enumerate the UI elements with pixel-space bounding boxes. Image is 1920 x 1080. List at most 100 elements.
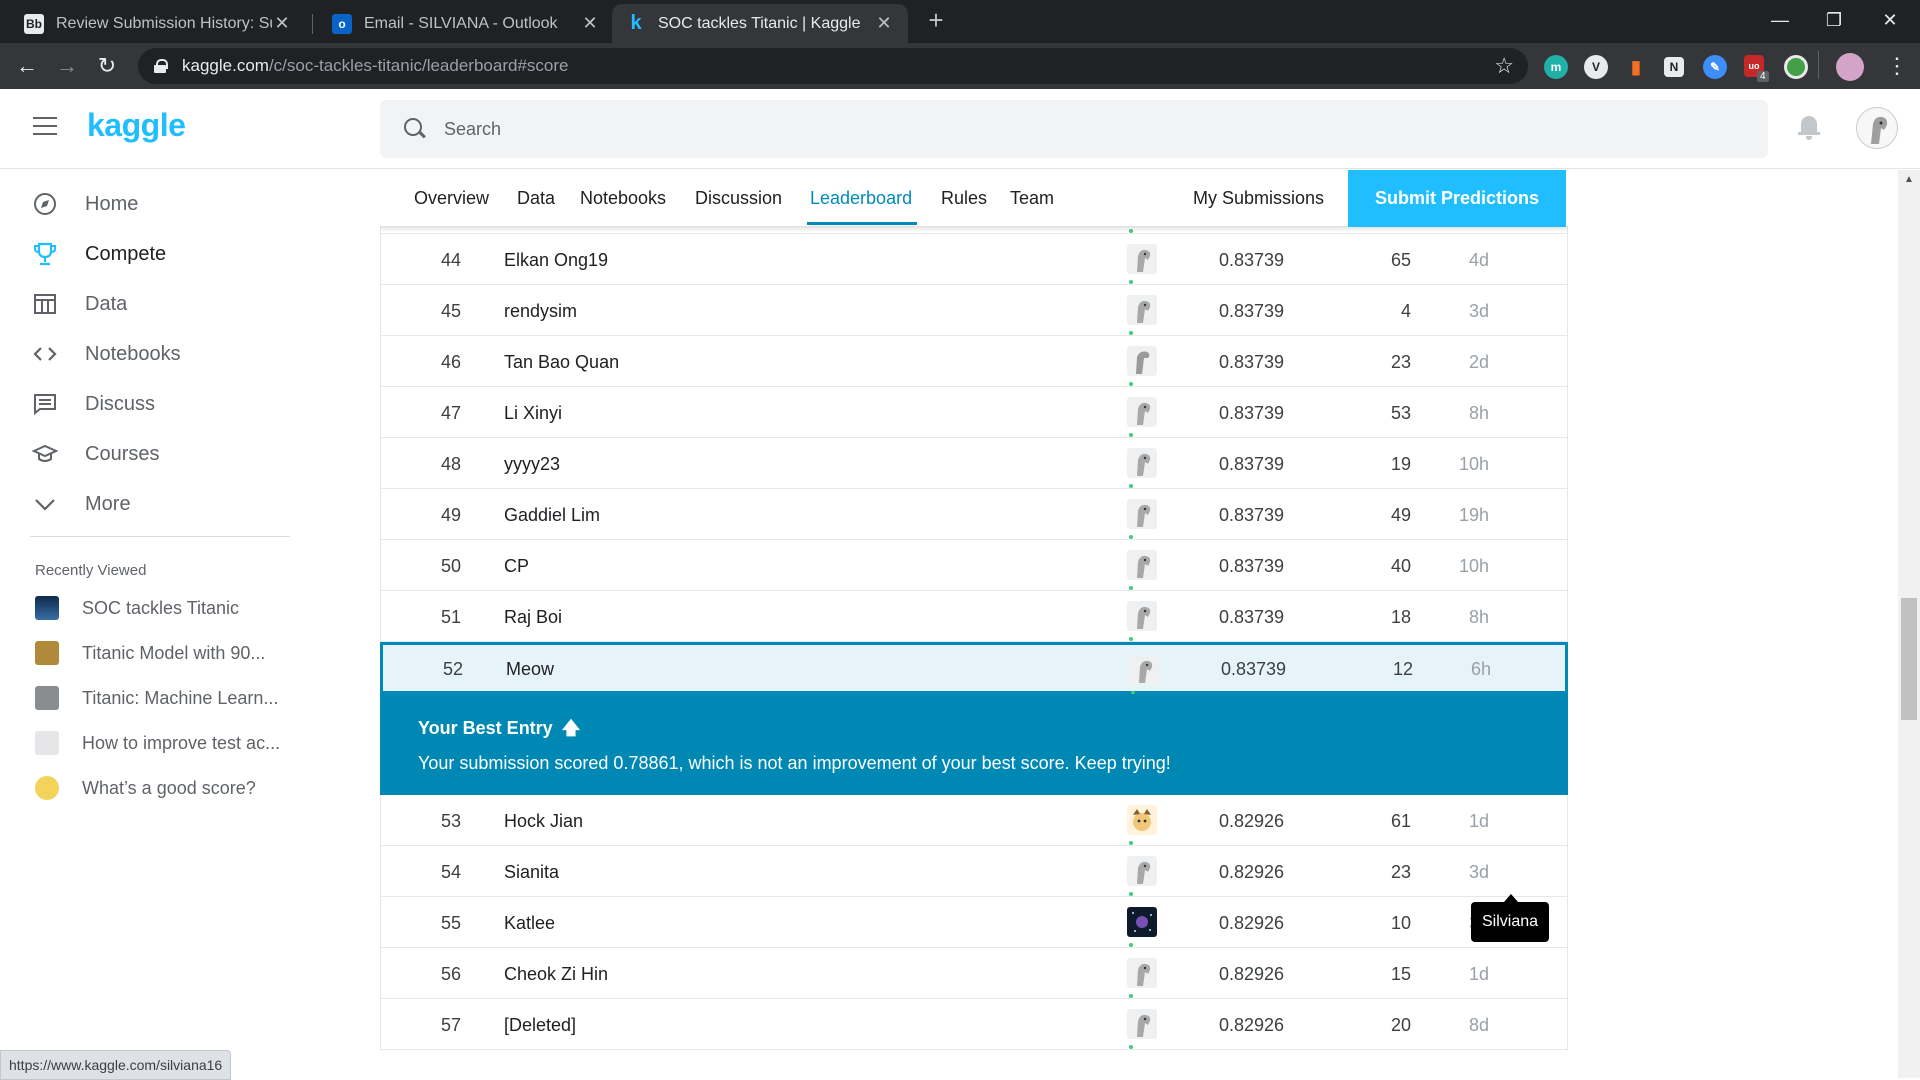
leaderboard-row[interactable]: 50 CP 0.83739 40 10h	[380, 540, 1568, 591]
scroll-up-arrow-icon[interactable]: ▲	[1904, 174, 1914, 185]
team-name-cell[interactable]: Li Xinyi	[504, 403, 562, 424]
team-name-cell[interactable]: Elkan Ong19	[504, 250, 608, 271]
close-tab-icon[interactable]: ✕	[272, 13, 292, 34]
team-name-cell[interactable]: Gaddiel Lim	[504, 505, 600, 526]
restore-window-icon[interactable]: ❐	[1806, 0, 1862, 40]
kaggle-logo[interactable]: kaggle	[87, 107, 186, 144]
extension-v-icon[interactable]: V	[1584, 55, 1608, 79]
team-name-cell[interactable]: Meow	[506, 659, 554, 680]
browser-tab-review-submission[interactable]: Bb Review Submission History: Subm ✕	[10, 4, 306, 43]
tab-overview[interactable]: Overview	[414, 188, 489, 209]
team-name-cell[interactable]: Tan Bao Quan	[504, 352, 619, 373]
sidebar-item-compete[interactable]: Compete	[0, 230, 300, 278]
recent-item[interactable]: SOC tackles Titanic	[0, 588, 300, 628]
recent-item[interactable]: How to improve test ac...	[0, 723, 300, 763]
leaderboard-row[interactable]: 45 rendysim 0.83739 4 3d	[380, 285, 1568, 336]
close-tab-icon[interactable]: ✕	[874, 13, 894, 34]
leaderboard-row[interactable]: 56 Cheok Zi Hin 0.82926 15 1d	[380, 948, 1568, 999]
team-name-cell[interactable]: Cheok Zi Hin	[504, 964, 608, 985]
profile-avatar-icon[interactable]	[1836, 53, 1864, 81]
leaderboard-row[interactable]: 48 yyyy23 0.83739 19 10h	[380, 438, 1568, 489]
team-name-cell[interactable]: Hock Jian	[504, 811, 583, 832]
sidebar-item-courses[interactable]: Courses	[0, 430, 300, 478]
team-member-avatar[interactable]	[1127, 907, 1157, 937]
back-arrow-icon[interactable]: ←	[12, 51, 42, 81]
team-member-avatar[interactable]	[1127, 397, 1157, 427]
page-scrollbar[interactable]: ▲	[1898, 170, 1920, 1078]
team-member-avatar[interactable]	[1127, 805, 1157, 835]
team-member-avatar[interactable]	[1129, 655, 1159, 685]
recent-item[interactable]: Titanic: Machine Learn...	[0, 678, 300, 718]
leaderboard-row[interactable]: 57 [Deleted] 0.82926 20 8d	[380, 999, 1568, 1050]
close-window-icon[interactable]: ✕	[1862, 0, 1918, 40]
extension-circle-icon[interactable]	[1784, 55, 1808, 79]
submit-predictions-button[interactable]: Submit Predictions	[1348, 170, 1566, 227]
best-entry-title-text: Your Best Entry	[418, 718, 553, 738]
extension-pen-icon[interactable]: ✎	[1703, 55, 1727, 79]
notifications-bell-icon[interactable]	[1798, 116, 1820, 140]
team-member-avatar[interactable]	[1127, 856, 1157, 886]
tab-team[interactable]: Team	[1010, 188, 1054, 209]
team-member-avatar[interactable]	[1127, 346, 1157, 376]
hamburger-menu-icon[interactable]	[33, 117, 57, 135]
my-team-row[interactable]: 52 Meow 0.83739 12 6h	[380, 642, 1568, 695]
extension-m-icon[interactable]: m	[1544, 55, 1568, 79]
user-avatar[interactable]	[1856, 107, 1898, 149]
team-name-cell[interactable]: Raj Boi	[504, 607, 562, 628]
search-bar[interactable]	[380, 100, 1768, 158]
team-name-cell[interactable]: Katlee	[504, 913, 555, 934]
leaderboard-row[interactable]: 53 Hock Jian 0.82926 61 1d	[380, 795, 1568, 846]
tab-title: Review Submission History: Subm	[56, 14, 272, 32]
extension-bookmark-icon[interactable]: ▮	[1624, 55, 1648, 79]
team-member-avatar[interactable]	[1127, 958, 1157, 988]
leaderboard-row[interactable]: 51 Raj Boi 0.83739 18 8h	[380, 591, 1568, 642]
search-input[interactable]	[444, 118, 1644, 140]
tab-separator	[312, 14, 313, 34]
leaderboard-row[interactable]: 46 Tan Bao Quan 0.83739 23 2d	[380, 336, 1568, 387]
address-bar[interactable]: kaggle.com/c/soc-tackles-titanic/leaderb…	[138, 48, 1528, 84]
forward-arrow-icon[interactable]: →	[52, 51, 82, 81]
goose-avatar-thumbnail-icon	[35, 731, 59, 755]
team-member-avatar[interactable]	[1127, 601, 1157, 631]
team-member-avatar[interactable]	[1127, 1009, 1157, 1039]
my-submissions-link[interactable]: My Submissions	[1193, 188, 1324, 209]
leaderboard-row[interactable]: 49 Gaddiel Lim 0.83739 49 19h	[380, 489, 1568, 540]
team-name-cell[interactable]: rendysim	[504, 301, 577, 322]
sidebar-item-more[interactable]: More	[0, 480, 300, 528]
team-member-avatar[interactable]	[1127, 550, 1157, 580]
sidebar-item-home[interactable]: Home	[0, 180, 300, 228]
team-name-cell[interactable]: [Deleted]	[504, 1015, 576, 1036]
tab-data[interactable]: Data	[517, 188, 555, 209]
scrollbar-thumb[interactable]	[1901, 598, 1917, 720]
recent-item[interactable]: What’s a good score?	[0, 768, 300, 808]
browser-tab-kaggle[interactable]: k SOC tackles Titanic | Kaggle ✕	[612, 4, 908, 43]
chrome-menu-icon[interactable]: ⋮	[1886, 53, 1908, 79]
team-name-cell[interactable]: CP	[504, 556, 529, 577]
leaderboard-row[interactable]: 55Katlee0.82926103h	[380, 897, 1568, 948]
tab-leaderboard[interactable]: Leaderboard	[810, 188, 912, 209]
sidebar-item-data[interactable]: Data	[0, 280, 300, 328]
new-tab-button[interactable]: +	[922, 6, 950, 34]
reload-icon[interactable]: ↻	[92, 51, 122, 81]
browser-tab-outlook[interactable]: o Email - SILVIANA - Outlook ✕	[318, 4, 614, 43]
tab-discussion[interactable]: Discussion	[695, 188, 782, 209]
recent-item[interactable]: Titanic Model with 90...	[0, 633, 300, 673]
bookmark-star-icon[interactable]: ☆	[1494, 53, 1514, 79]
sidebar-item-notebooks[interactable]: Notebooks	[0, 330, 300, 378]
team-member-avatar[interactable]	[1127, 244, 1157, 274]
close-tab-icon[interactable]: ✕	[580, 13, 600, 34]
team-member-avatar[interactable]	[1127, 499, 1157, 529]
leaderboard-row[interactable]: 44 Elkan Ong19 0.83739 65 4d	[380, 234, 1568, 285]
team-member-avatar[interactable]	[1127, 295, 1157, 325]
leaderboard-row[interactable]: 47 Li Xinyi 0.83739 53 8h	[380, 387, 1568, 438]
online-status-dot	[1129, 229, 1133, 233]
tab-notebooks[interactable]: Notebooks	[580, 188, 666, 209]
team-name-cell[interactable]: yyyy23	[504, 454, 560, 475]
leaderboard-row[interactable]: 54 Sianita 0.82926 23 3d	[380, 846, 1568, 897]
team-member-avatar[interactable]	[1127, 448, 1157, 478]
tab-rules[interactable]: Rules	[941, 188, 987, 209]
team-name-cell[interactable]: Sianita	[504, 862, 559, 883]
notion-icon[interactable]: N	[1664, 57, 1684, 77]
sidebar-item-discuss[interactable]: Discuss	[0, 380, 300, 428]
minimize-window-icon[interactable]: —	[1752, 0, 1808, 40]
